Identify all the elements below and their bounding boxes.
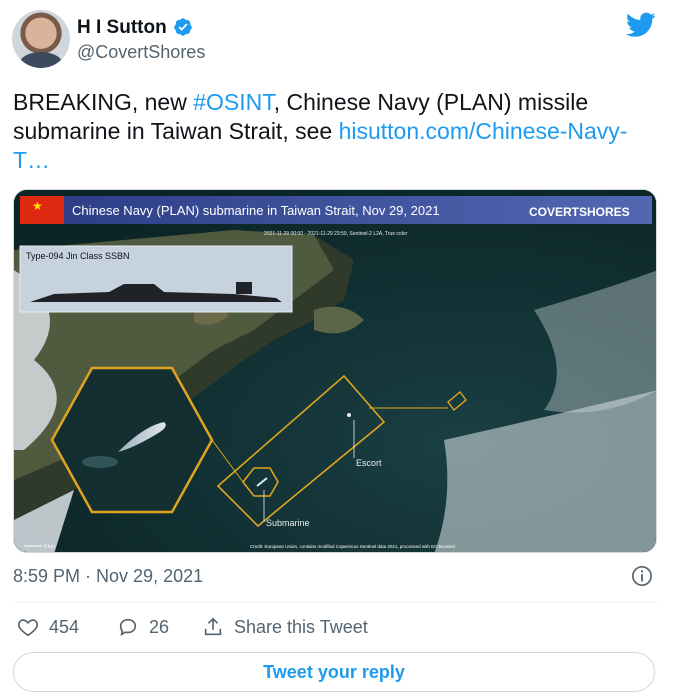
share-icon xyxy=(204,617,222,636)
hashtag-link[interactable]: #OSINT xyxy=(193,89,274,115)
escort-label: Escort xyxy=(356,458,382,468)
author-handle[interactable]: @CovertShores xyxy=(77,42,205,63)
source-line: 2021-11-29 00:00 - 2021-11-29 23:59, Sen… xyxy=(264,231,408,237)
tweet-text-part: BREAKING, new xyxy=(13,89,194,115)
tweet-your-reply-button[interactable]: Tweet your reply xyxy=(13,652,655,692)
satellite-image: ★ Chinese Navy (PLAN) submarine in Taiwa… xyxy=(14,190,656,552)
reply-icon xyxy=(119,618,137,636)
avatar[interactable] xyxy=(12,10,70,68)
info-icon[interactable] xyxy=(631,565,653,587)
divider xyxy=(13,602,657,603)
twitter-bird-icon[interactable] xyxy=(626,12,656,38)
like-button[interactable]: 454 xyxy=(17,616,79,638)
tweet-timestamp[interactable]: 8:59 PM · Nov 29, 2021 xyxy=(13,566,203,587)
image-title: Chinese Navy (PLAN) submarine in Taiwan … xyxy=(72,203,440,218)
reply-count: 26 xyxy=(149,616,170,637)
tweet-image[interactable]: ★ Chinese Navy (PLAN) submarine in Taiwa… xyxy=(13,189,657,553)
scale-label: 5 km xyxy=(44,544,55,550)
image-credit: Credit: European Union, contains modifie… xyxy=(250,544,456,549)
submarine-label: Submarine xyxy=(266,518,310,528)
author-name[interactable]: H I Sutton xyxy=(77,17,167,39)
verified-badge-icon xyxy=(174,18,192,36)
inset-label: Type-094 Jin Class SSBN xyxy=(26,251,130,261)
tweet-text: BREAKING, new #OSINT, Chinese Navy (PLAN… xyxy=(13,88,653,175)
flag-star-icon: ★ xyxy=(32,199,43,213)
reply-button[interactable]: 26 xyxy=(117,616,169,638)
share-button[interactable]: Share this Tweet xyxy=(202,616,368,638)
heart-icon xyxy=(18,619,38,637)
share-label: Share this Tweet xyxy=(234,616,368,637)
like-count: 454 xyxy=(49,616,80,637)
brand-logo: COVERTSHORES xyxy=(529,205,630,219)
